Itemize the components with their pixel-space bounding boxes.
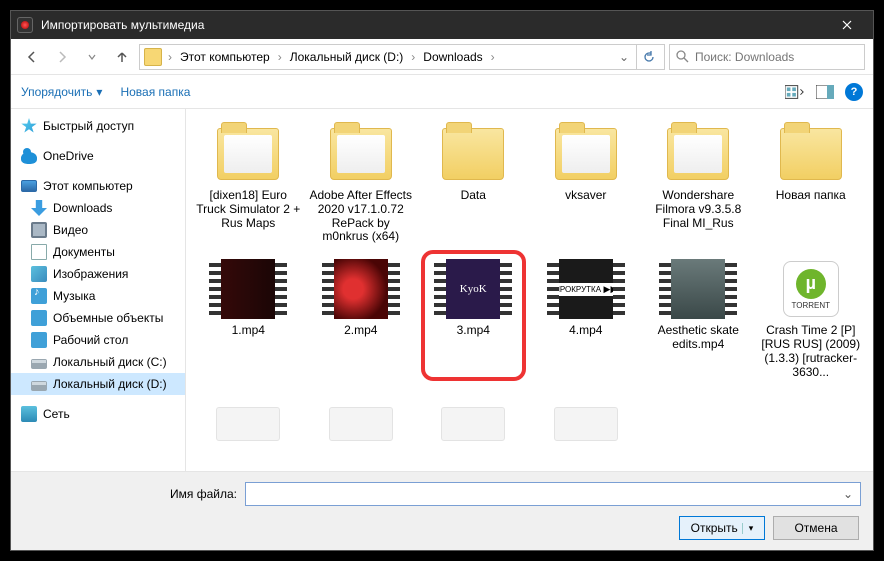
folder-item[interactable]: Adobe After Effects 2020 v17.1.0.72 RePa…: [307, 119, 416, 248]
pc-icon: [21, 180, 37, 192]
folder-item[interactable]: Wondershare Filmora v9.3.5.8 Final MI_Ru…: [644, 119, 753, 248]
video-file-item[interactable]: ПРОКРУТКА4.mp4: [532, 254, 641, 383]
sidebar-music[interactable]: Музыка: [11, 285, 185, 307]
chevron-down-icon[interactable]: ⌄: [840, 487, 856, 501]
app-icon: [17, 17, 33, 33]
forward-button[interactable]: [49, 44, 75, 70]
video-file-item[interactable]: Aesthetic skate edits.mp4: [644, 254, 753, 383]
video-file-item-selected[interactable]: KyoK3.mp4: [419, 254, 528, 383]
sidebar-desktop[interactable]: Рабочий стол: [11, 329, 185, 351]
search-input[interactable]: [695, 50, 858, 64]
crumb-pc[interactable]: Этот компьютер: [176, 48, 274, 66]
file-item[interactable]: [532, 389, 641, 463]
crumb-folder[interactable]: Downloads: [419, 48, 486, 66]
cube-icon: [31, 310, 47, 326]
open-button[interactable]: Открыть▾: [679, 516, 765, 540]
torrent-file-item[interactable]: µTORRENTCrash Time 2 [P] [RUS RUS] (2009…: [757, 254, 866, 383]
chevron-right-icon[interactable]: ›: [276, 50, 284, 64]
sidebar-network[interactable]: Сеть: [11, 403, 185, 425]
file-item[interactable]: [194, 389, 303, 463]
sidebar-video[interactable]: Видео: [11, 219, 185, 241]
sidebar-documents[interactable]: Документы: [11, 241, 185, 263]
disk-icon: [31, 359, 47, 369]
image-icon: [31, 266, 47, 282]
chevron-down-icon: ▾: [96, 85, 102, 99]
sidebar-3d-objects[interactable]: Объемные объекты: [11, 307, 185, 329]
download-icon: [31, 200, 47, 216]
nav-bar: › Этот компьютер › Локальный диск (D:) ›…: [11, 39, 873, 75]
sidebar-downloads[interactable]: Downloads: [11, 197, 185, 219]
file-item[interactable]: [419, 389, 528, 463]
network-icon: [21, 406, 37, 422]
video-file-item[interactable]: 2.mp4: [307, 254, 416, 383]
filename-combo[interactable]: ⌄: [245, 482, 861, 506]
cloud-icon: [21, 152, 37, 164]
file-item[interactable]: [307, 389, 416, 463]
address-bar[interactable]: › Этот компьютер › Локальный диск (D:) ›…: [139, 44, 665, 70]
toolbar: Упорядочить ▾ Новая папка ?: [11, 75, 873, 109]
sidebar-this-pc[interactable]: Этот компьютер: [11, 175, 185, 197]
chevron-right-icon[interactable]: ›: [489, 50, 497, 64]
sidebar-onedrive[interactable]: OneDrive: [11, 145, 185, 167]
folder-item[interactable]: Data: [419, 119, 528, 248]
file-dialog-window: Импортировать мультимедиа › Этот компьют…: [10, 10, 874, 551]
chevron-right-icon[interactable]: ›: [409, 50, 417, 64]
sidebar: Быстрый доступ OneDrive Этот компьютер D…: [11, 109, 186, 471]
close-button[interactable]: [827, 11, 867, 39]
folder-icon: [144, 48, 162, 66]
sidebar-quick-access[interactable]: Быстрый доступ: [11, 115, 185, 137]
star-icon: [21, 118, 37, 134]
desktop-icon: [31, 332, 47, 348]
document-icon: [31, 244, 47, 260]
titlebar: Импортировать мультимедиа: [11, 11, 873, 39]
address-dropdown[interactable]: ⌄: [614, 50, 634, 64]
footer: Имя файла: ⌄ Открыть▾ Отмена: [11, 471, 873, 550]
folder-item[interactable]: Новая папка: [757, 119, 866, 248]
video-file-item[interactable]: 1.mp4: [194, 254, 303, 383]
new-folder-button[interactable]: Новая папка: [120, 85, 190, 99]
organize-menu[interactable]: Упорядочить ▾: [21, 85, 102, 99]
back-button[interactable]: [19, 44, 45, 70]
filename-input[interactable]: [250, 487, 840, 501]
help-button[interactable]: ?: [845, 83, 863, 101]
sidebar-images[interactable]: Изображения: [11, 263, 185, 285]
window-title: Импортировать мультимедиа: [41, 18, 827, 32]
sidebar-disk-d[interactable]: Локальный диск (D:): [11, 373, 185, 395]
file-list[interactable]: [dixen18] Euro Truck Simulator 2 + Rus M…: [186, 109, 873, 471]
video-icon: [31, 222, 47, 238]
chevron-right-icon[interactable]: ›: [166, 50, 174, 64]
recent-dropdown[interactable]: [79, 44, 105, 70]
dialog-body: Быстрый доступ OneDrive Этот компьютер D…: [11, 109, 873, 471]
folder-item[interactable]: [dixen18] Euro Truck Simulator 2 + Rus M…: [194, 119, 303, 248]
filename-label: Имя файла:: [23, 487, 237, 501]
refresh-button[interactable]: [636, 45, 660, 69]
crumb-disk[interactable]: Локальный диск (D:): [286, 48, 408, 66]
view-mode-button[interactable]: [785, 84, 805, 100]
music-icon: [31, 288, 47, 304]
cancel-button[interactable]: Отмена: [773, 516, 859, 540]
search-icon: [676, 50, 689, 63]
preview-pane-button[interactable]: [815, 84, 835, 100]
up-button[interactable]: [109, 44, 135, 70]
disk-icon: [31, 381, 47, 391]
folder-item[interactable]: vksaver: [532, 119, 641, 248]
sidebar-disk-c[interactable]: Локальный диск (C:): [11, 351, 185, 373]
search-box[interactable]: [669, 44, 865, 70]
split-arrow-icon: ▾: [742, 523, 754, 534]
